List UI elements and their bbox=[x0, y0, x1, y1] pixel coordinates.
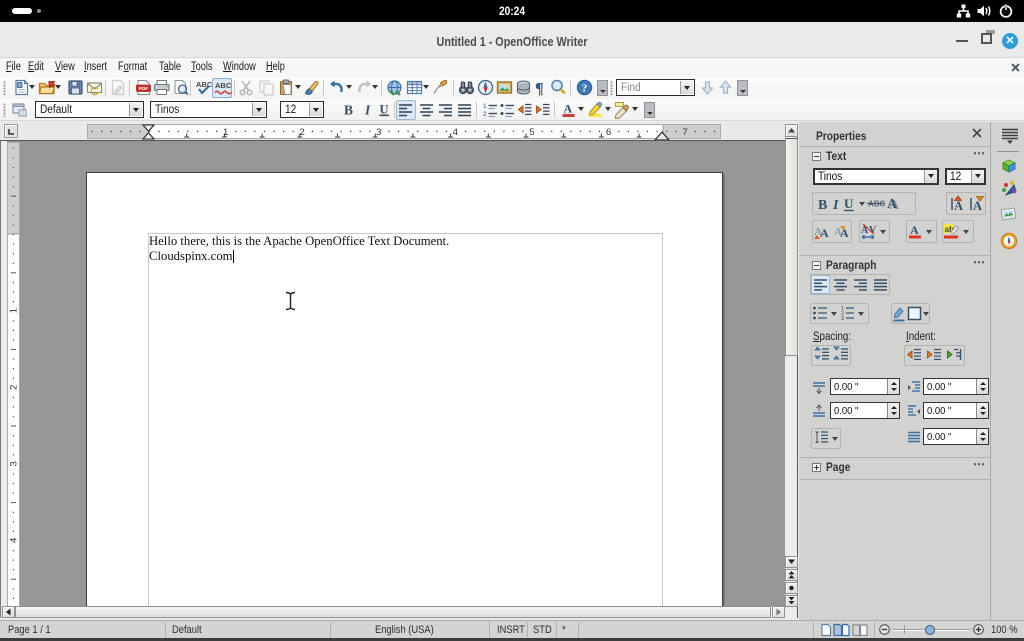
svg-text:?: ? bbox=[582, 83, 588, 95]
svg-text:¶: ¶ bbox=[535, 81, 544, 98]
svg-text:A: A bbox=[887, 197, 898, 212]
svg-text:A: A bbox=[564, 102, 573, 116]
svg-text:A: A bbox=[861, 225, 869, 236]
svg-text:4: 4 bbox=[453, 127, 458, 138]
svg-text:2: 2 bbox=[9, 385, 20, 390]
svg-text:3: 3 bbox=[841, 316, 844, 322]
svg-text:2: 2 bbox=[483, 111, 487, 118]
svg-text:PDF: PDF bbox=[139, 86, 148, 91]
svg-text:U: U bbox=[844, 196, 854, 211]
svg-text:A: A bbox=[840, 226, 849, 240]
svg-text:ABC: ABC bbox=[215, 81, 232, 90]
svg-text:6: 6 bbox=[606, 127, 611, 138]
svg-text:5: 5 bbox=[529, 127, 534, 138]
svg-text:A: A bbox=[954, 199, 963, 213]
svg-text:1: 1 bbox=[9, 308, 20, 313]
svg-text:I: I bbox=[364, 103, 371, 118]
svg-text:U: U bbox=[379, 103, 388, 117]
svg-text:3: 3 bbox=[376, 127, 381, 138]
svg-text:I: I bbox=[832, 198, 839, 213]
svg-text:1: 1 bbox=[223, 127, 228, 138]
svg-text:A: A bbox=[820, 226, 829, 240]
svg-text:A: A bbox=[973, 199, 982, 213]
svg-text:B: B bbox=[818, 198, 827, 213]
svg-text:B: B bbox=[344, 103, 353, 118]
svg-text:2: 2 bbox=[300, 127, 305, 138]
svg-text:1: 1 bbox=[483, 103, 487, 110]
svg-text:4: 4 bbox=[9, 538, 20, 543]
svg-text:7: 7 bbox=[683, 127, 688, 138]
svg-text:ABC: ABC bbox=[196, 80, 213, 89]
svg-text:3: 3 bbox=[9, 461, 20, 466]
svg-text:A: A bbox=[910, 223, 919, 237]
